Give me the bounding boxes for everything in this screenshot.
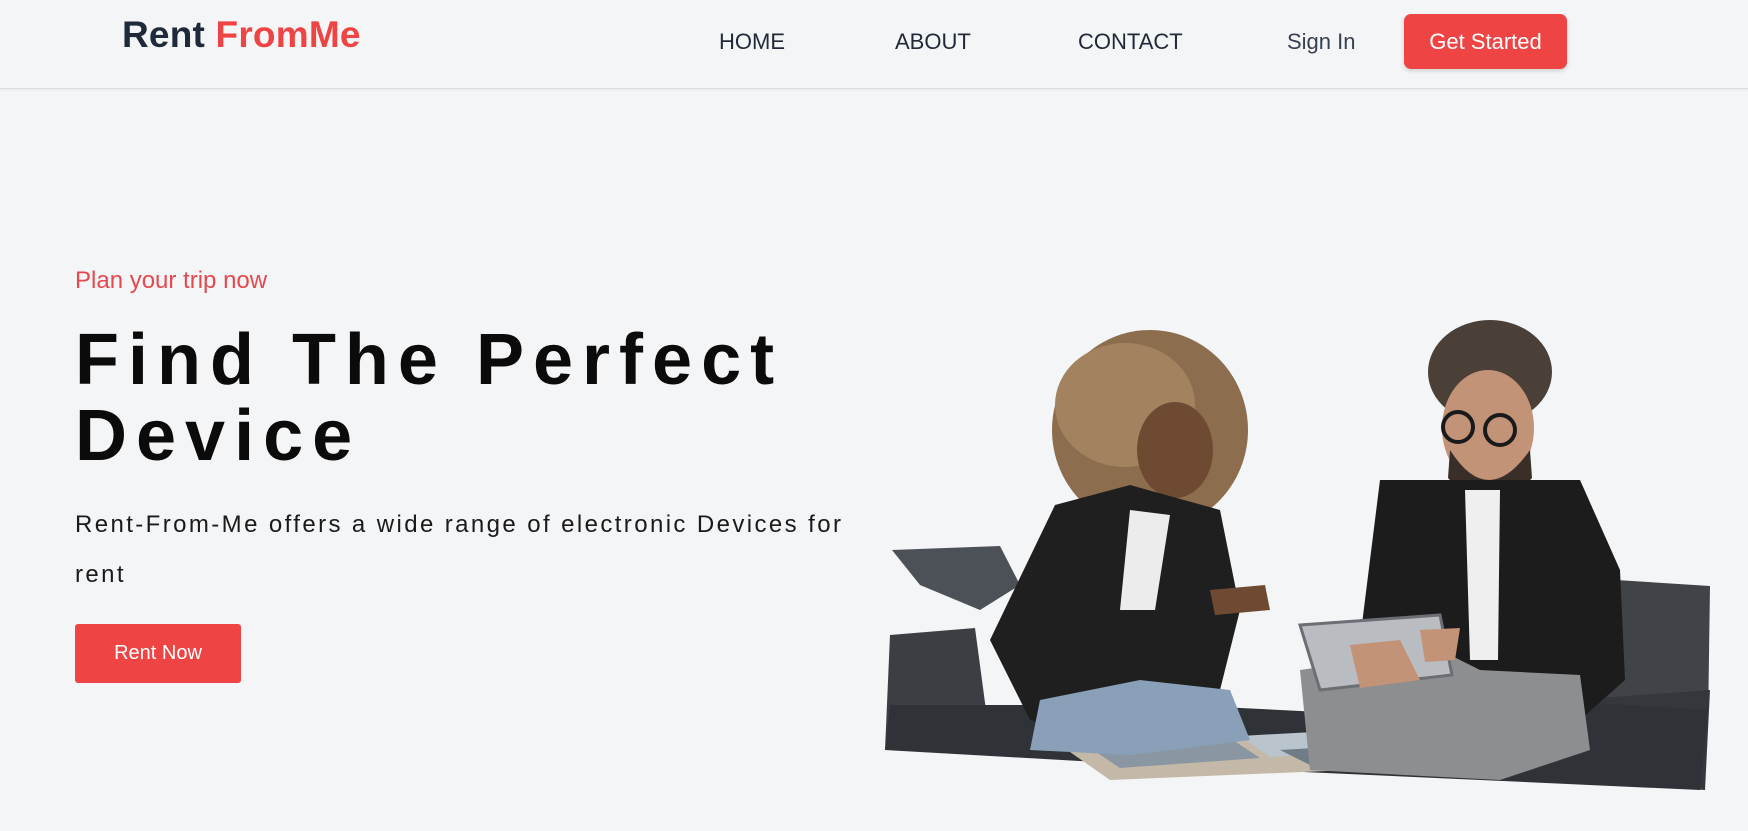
rent-now-button[interactable]: Rent Now: [75, 624, 241, 683]
hero-headline-line-2: Device: [75, 396, 362, 476]
nav-link-home[interactable]: HOME: [719, 29, 785, 55]
people-with-tablet-photo: [885, 320, 1710, 790]
brand-text-fromme: FromMe: [215, 14, 361, 55]
brand-logo[interactable]: Rent FromMe: [122, 14, 361, 56]
hero-headline: Find The Perfect Device: [75, 322, 855, 474]
hero-description: Rent-From-Me offers a wide range of elec…: [75, 511, 844, 588]
hero-headline-line-1: Find The Perfect: [75, 320, 784, 400]
nav-link-contact[interactable]: CONTACT: [1078, 29, 1183, 55]
sign-in-link[interactable]: Sign In: [1287, 29, 1356, 55]
get-started-button[interactable]: Get Started: [1404, 14, 1567, 69]
hero-tagline: Plan your trip now: [75, 267, 268, 294]
nav-link-about[interactable]: ABOUT: [895, 29, 971, 55]
brand-text-rent: Rent: [122, 14, 206, 55]
navbar: Rent FromMe HOME ABOUT CONTACT Sign In G…: [0, 0, 1748, 89]
